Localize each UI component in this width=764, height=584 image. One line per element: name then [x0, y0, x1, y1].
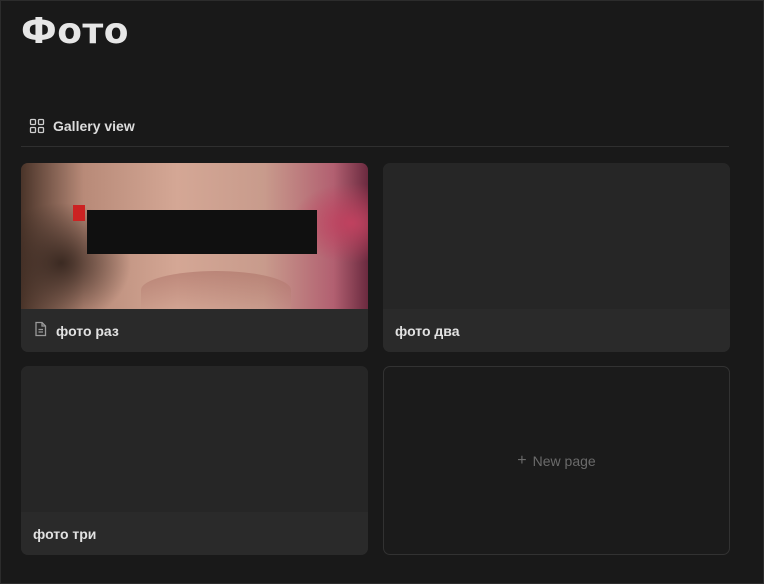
card-title: фото раз — [56, 322, 119, 339]
gallery-card-foto-raz[interactable]: фото раз — [21, 163, 368, 352]
card-cover-image — [21, 163, 368, 309]
card-cover-empty — [21, 366, 368, 512]
plus-icon: + — [517, 451, 527, 469]
gallery-view-label: Gallery view — [53, 118, 135, 134]
card-footer: фото три — [21, 512, 368, 555]
new-page-button[interactable]: + New page — [383, 366, 730, 555]
cover-red-mark — [73, 205, 85, 221]
gallery-grid-icon — [29, 118, 45, 134]
cover-photo-detail — [141, 271, 291, 309]
window-frame: Фото Gallery view фото раз фото два фото… — [0, 0, 764, 584]
cover-redaction-bar — [87, 210, 317, 254]
gallery-card-foto-tri[interactable]: фото три — [21, 366, 368, 555]
card-footer: фото два — [383, 309, 730, 352]
document-icon — [33, 321, 48, 340]
card-footer: фото раз — [21, 309, 368, 352]
page-title: Фото — [21, 11, 130, 52]
card-title: фото два — [395, 322, 460, 339]
card-cover-empty — [383, 163, 730, 309]
view-divider — [21, 146, 729, 147]
gallery-card-foto-dva[interactable]: фото два — [383, 163, 730, 352]
card-title: фото три — [33, 525, 97, 542]
gallery-view-tab[interactable]: Gallery view — [29, 115, 135, 137]
new-page-label: New page — [532, 452, 596, 469]
